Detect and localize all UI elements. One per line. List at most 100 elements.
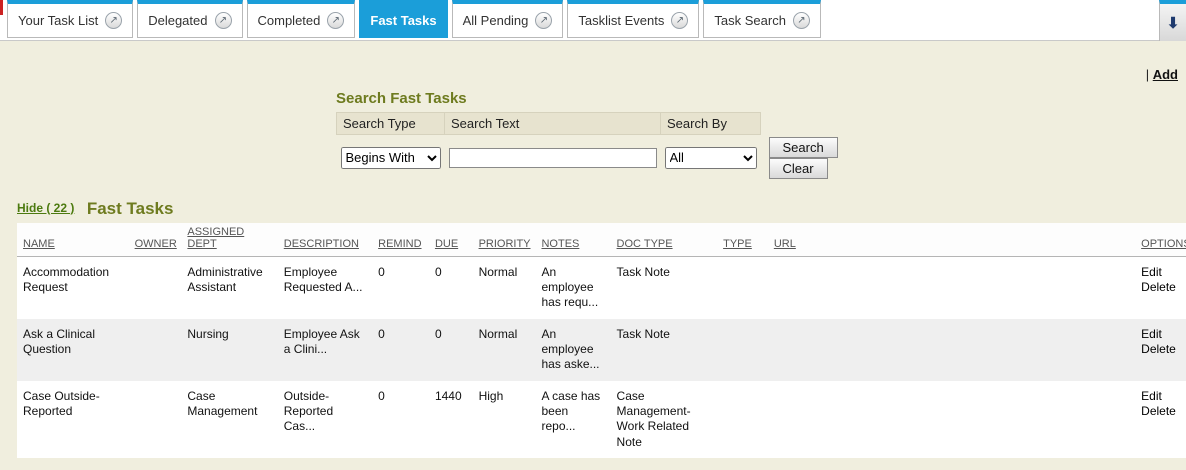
- cell-remind: 0: [372, 256, 429, 319]
- cell-url: [768, 319, 1135, 381]
- add-row: | Add: [0, 41, 1186, 88]
- delete-link[interactable]: Delete: [1141, 280, 1180, 295]
- tab-label: Delegated: [148, 13, 207, 28]
- search-by-cell: All: [661, 135, 761, 181]
- cell-description: Employee Ask a Clini...: [278, 319, 372, 381]
- cell-name: Accommodation Request: [17, 256, 129, 319]
- table-header-row: NAME OWNER ASSIGNED DEPT DESCRIPTION REM…: [17, 223, 1186, 257]
- search-type-select[interactable]: Begins With: [341, 147, 441, 169]
- column-header-owner[interactable]: OWNER: [129, 223, 182, 257]
- cell-type: [717, 319, 768, 381]
- cell-type: [717, 381, 768, 458]
- search-text-input[interactable]: [449, 148, 657, 168]
- search-panel: Search Fast Tasks Search Type Search Tex…: [336, 90, 876, 181]
- cell-type: [717, 256, 768, 319]
- cell-assigned-dept: Case Management: [181, 381, 277, 458]
- table-row: Case Outside-Reported Case Management Ou…: [17, 381, 1186, 458]
- column-header-remind[interactable]: REMIND: [372, 223, 429, 257]
- cell-options: Edit Delete: [1135, 381, 1186, 458]
- edit-link[interactable]: Edit: [1141, 327, 1180, 342]
- column-header-type[interactable]: TYPE: [717, 223, 768, 257]
- column-header-name[interactable]: NAME: [17, 223, 129, 257]
- tab-all-pending[interactable]: All Pending ↗: [452, 0, 564, 38]
- tab-label: Fast Tasks: [370, 13, 436, 28]
- search-by-label: Search By: [661, 113, 761, 135]
- popup-window-icon[interactable]: ↗: [105, 12, 122, 29]
- cell-doc-type: Task Note: [611, 319, 718, 381]
- cell-assigned-dept: Administrative Assistant: [181, 256, 277, 319]
- column-header-description[interactable]: DESCRIPTION: [278, 223, 372, 257]
- list-header: Hide ( 22 ) Fast Tasks: [0, 197, 1186, 223]
- tab-fast-tasks[interactable]: Fast Tasks ↗: [359, 0, 447, 38]
- cell-description: Employee Requested A...: [278, 256, 372, 319]
- cell-owner: [129, 319, 182, 381]
- delete-link[interactable]: Delete: [1141, 404, 1180, 419]
- search-type-label: Search Type: [337, 113, 445, 135]
- cell-description: Outside-Reported Cas...: [278, 381, 372, 458]
- table-row: Accommodation Request Administrative Ass…: [17, 256, 1186, 319]
- hide-count-link[interactable]: Hide ( 22 ): [17, 201, 74, 215]
- popup-window-icon[interactable]: ↗: [535, 12, 552, 29]
- column-header-doc-type[interactable]: DOC TYPE: [611, 223, 718, 257]
- cell-notes: An employee has aske...: [535, 319, 610, 381]
- popup-window-icon[interactable]: ↗: [215, 12, 232, 29]
- cell-priority: High: [473, 381, 536, 458]
- cell-doc-type: Case Management-Work Related Note: [611, 381, 718, 458]
- tab-label: Completed: [258, 13, 321, 28]
- search-buttons-cell: Search Clear: [761, 135, 877, 181]
- add-separator: |: [1146, 67, 1149, 82]
- tab-completed[interactable]: Completed ↗: [247, 0, 356, 38]
- search-type-cell: Begins With: [337, 135, 445, 181]
- cell-due: 1440: [429, 381, 473, 458]
- tab-overflow-dropdown-button[interactable]: ⬇: [1159, 0, 1186, 41]
- tab-task-search[interactable]: Task Search ↗: [703, 0, 821, 38]
- cell-owner: [129, 381, 182, 458]
- list-title: Fast Tasks: [87, 199, 174, 218]
- cell-priority: Normal: [473, 256, 536, 319]
- cell-options: Edit Delete: [1135, 256, 1186, 319]
- cell-url: [768, 256, 1135, 319]
- column-header-options[interactable]: OPTIONS: [1135, 223, 1186, 257]
- tab-label: All Pending: [463, 13, 529, 28]
- cell-remind: 0: [372, 381, 429, 458]
- delete-link[interactable]: Delete: [1141, 342, 1180, 357]
- column-header-url[interactable]: URL: [768, 223, 1135, 257]
- tab-bar: Your Task List ↗ Delegated ↗ Completed ↗…: [0, 0, 1186, 41]
- search-header-spacer: [761, 113, 877, 135]
- cell-doc-type: Task Note: [611, 256, 718, 319]
- edit-link[interactable]: Edit: [1141, 389, 1180, 404]
- tab-your-task-list[interactable]: Your Task List ↗: [7, 0, 133, 38]
- table-row: Ask a Clinical Question Nursing Employee…: [17, 319, 1186, 381]
- cell-name: Case Outside-Reported: [17, 381, 129, 458]
- search-panel-title: Search Fast Tasks: [336, 90, 876, 107]
- column-header-priority[interactable]: PRIORITY: [473, 223, 536, 257]
- column-header-assigned-dept[interactable]: ASSIGNED DEPT: [181, 223, 277, 257]
- cell-name: Ask a Clinical Question: [17, 319, 129, 381]
- cell-assigned-dept: Nursing: [181, 319, 277, 381]
- cell-url: [768, 381, 1135, 458]
- cell-remind: 0: [372, 319, 429, 381]
- search-form: Search Type Search Text Search By Begins…: [336, 112, 876, 181]
- cell-due: 0: [429, 319, 473, 381]
- cell-notes: A case has been repo...: [535, 381, 610, 458]
- chevron-down-icon: ⬇: [1167, 14, 1180, 32]
- cell-priority: Normal: [473, 319, 536, 381]
- cell-owner: [129, 256, 182, 319]
- popup-window-icon[interactable]: ↗: [671, 12, 688, 29]
- column-header-due[interactable]: DUE: [429, 223, 473, 257]
- clear-button[interactable]: Clear: [769, 158, 828, 179]
- add-link[interactable]: Add: [1153, 67, 1178, 82]
- fast-tasks-table: NAME OWNER ASSIGNED DEPT DESCRIPTION REM…: [17, 223, 1186, 459]
- search-text-cell: [445, 135, 661, 181]
- popup-window-icon[interactable]: ↗: [327, 12, 344, 29]
- search-button[interactable]: Search: [769, 137, 838, 158]
- tab-label: Your Task List: [18, 13, 98, 28]
- tab-tasklist-events[interactable]: Tasklist Events ↗: [567, 0, 699, 38]
- edit-link[interactable]: Edit: [1141, 265, 1180, 280]
- column-header-notes[interactable]: NOTES: [535, 223, 610, 257]
- tab-delegated[interactable]: Delegated ↗: [137, 0, 242, 38]
- cell-due: 0: [429, 256, 473, 319]
- cell-notes: An employee has requ...: [535, 256, 610, 319]
- search-by-select[interactable]: All: [665, 147, 757, 169]
- popup-window-icon[interactable]: ↗: [793, 12, 810, 29]
